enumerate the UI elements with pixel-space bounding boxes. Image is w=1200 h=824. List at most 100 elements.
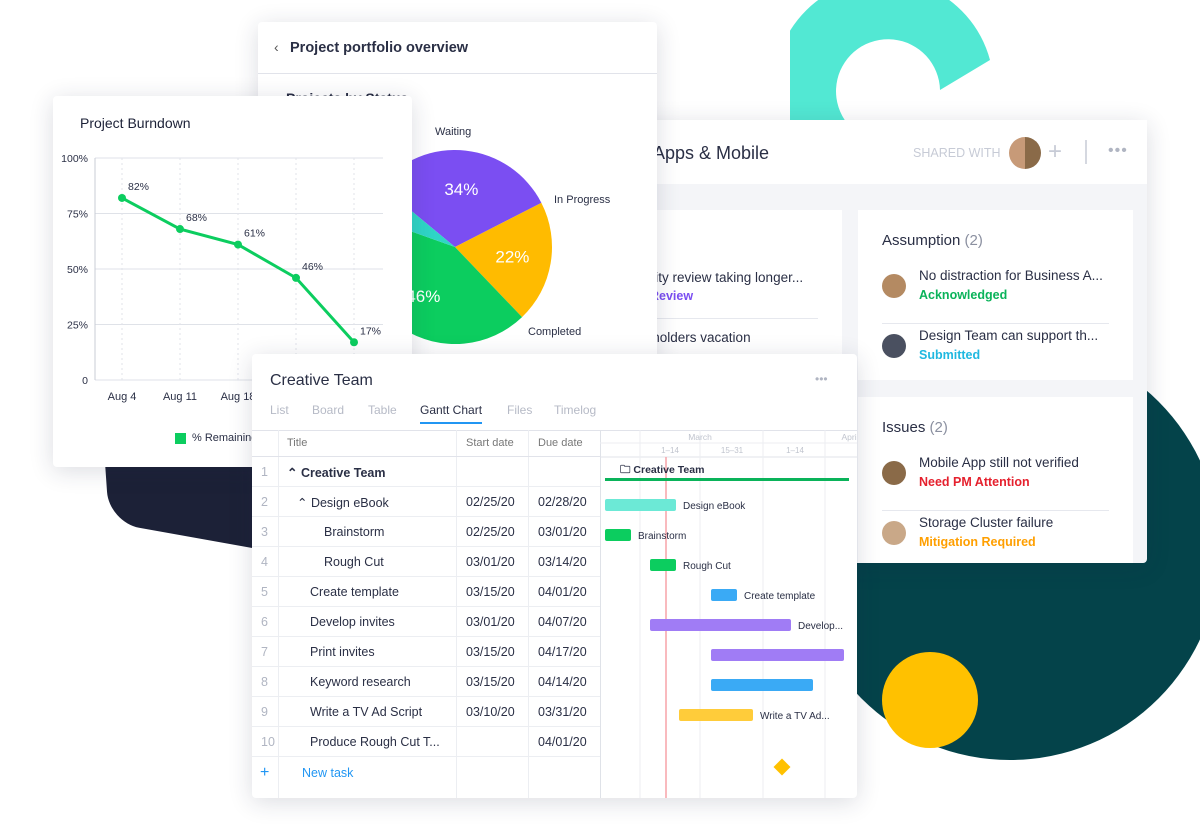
bar-label: Design eBook (683, 501, 746, 512)
bar-label: Rough Cut (683, 561, 731, 572)
avatar (882, 334, 906, 358)
row-number: 9 (261, 705, 268, 719)
shared-with-label: SHARED WITH (913, 146, 1001, 160)
new-task-link[interactable]: New task (302, 766, 353, 780)
table-row[interactable]: 7 Print invites 03/15/20 04/17/20 (252, 637, 600, 667)
task-title[interactable]: Brainstorm (324, 525, 384, 539)
table-row[interactable]: 3 Brainstorm 02/25/20 03/01/20 (252, 517, 600, 547)
task-title[interactable]: ⌃ Creative Team (287, 465, 385, 480)
data-point (350, 338, 358, 347)
bar-label: Brainstorm (638, 531, 686, 542)
status-badge: Mitigation Required (919, 535, 1036, 549)
bar-label: Write a TV Ad... (760, 711, 830, 722)
task-title[interactable]: Keyword research (310, 675, 411, 689)
gantt-bar (650, 619, 791, 631)
row-number: 7 (261, 645, 268, 659)
row-number: 10 (261, 735, 275, 749)
gantt-bar (711, 589, 737, 601)
issue-item[interactable]: Mobile App still not verified Need PM Att… (882, 455, 1109, 511)
data-point (234, 240, 242, 249)
start-date: 03/15/20 (466, 645, 515, 659)
table-row[interactable]: 5 Create template 03/15/20 04/01/20 (252, 577, 600, 607)
table-row[interactable]: 9 Write a TV Ad Script 03/10/20 03/31/20 (252, 697, 600, 727)
start-date: 03/01/20 (466, 615, 515, 629)
x-tick-label: Aug 4 (108, 391, 137, 403)
task-title[interactable]: Write a TV Ad Script (310, 705, 422, 719)
table-row[interactable]: 10 Produce Rough Cut T... 04/01/20 (252, 727, 600, 757)
avatar (882, 461, 906, 485)
pie-value-label: 22% (495, 248, 529, 267)
assumption-card: Assumption (2) No distraction for Busine… (858, 210, 1133, 380)
more-horizontal-icon[interactable]: ••• (1108, 142, 1128, 160)
column-start-date[interactable]: Start date (466, 437, 514, 449)
column-due-date[interactable]: Due date (538, 437, 583, 449)
gantt-bar (679, 709, 753, 721)
task-title[interactable]: ⌃ Design eBook (297, 495, 389, 510)
table-row[interactable]: 2 ⌃ Design eBook 02/25/20 02/28/20 (252, 487, 600, 517)
data-label: 68% (186, 212, 207, 224)
row-number: 8 (261, 675, 268, 689)
pie-label-waiting: Waiting (435, 126, 472, 138)
avatar (882, 274, 906, 298)
row-number: 2 (261, 495, 268, 509)
y-tick-label: 75% (67, 209, 88, 221)
data-label: 46% (302, 261, 323, 273)
data-point (292, 273, 300, 282)
bar-label: Create template (744, 591, 816, 602)
status-badge: Acknowledged (919, 288, 1008, 302)
row-number: 4 (261, 555, 268, 569)
tab-gantt-chart[interactable]: Gantt Chart (420, 403, 483, 424)
decor-yellow-circle (882, 652, 978, 748)
x-tick-label: Aug 11 (163, 391, 197, 403)
x-tick-label: Aug 18 (221, 391, 256, 403)
due-date: 04/01/20 (538, 735, 587, 749)
pie-label-completed: Completed (528, 326, 582, 338)
summary-bar-creative-team (605, 478, 849, 481)
y-tick-label: 50% (67, 264, 88, 276)
table-row[interactable]: 1 ⌃ Creative Team (252, 457, 600, 487)
row-number: 6 (261, 615, 268, 629)
due-date: 04/01/20 (538, 585, 587, 599)
start-date: 02/25/20 (466, 495, 515, 509)
task-title[interactable]: Print invites (310, 645, 375, 659)
task-title[interactable]: Develop invites (310, 615, 395, 629)
assumption-item[interactable]: Design Team can support th... Submitted (882, 328, 1109, 384)
more-horizontal-icon[interactable]: ••• (815, 372, 828, 386)
task-title[interactable]: Rough Cut (324, 555, 384, 569)
task-title[interactable]: Create template (310, 585, 399, 599)
due-date: 03/01/20 (538, 525, 587, 539)
shared-avatars[interactable] (1009, 137, 1041, 169)
data-point (176, 225, 184, 234)
column-title[interactable]: Title (287, 437, 307, 449)
period-label: 1–14 (661, 446, 679, 455)
plus-icon[interactable]: + (260, 764, 269, 782)
data-label: 61% (244, 228, 265, 240)
data-label: 17% (360, 325, 381, 337)
bar-label: Develop... (798, 621, 843, 632)
start-date: 03/15/20 (466, 675, 515, 689)
table-row[interactable]: 4 Rough Cut 03/01/20 03/14/20 (252, 547, 600, 577)
table-row[interactable]: 8 Keyword research 03/15/20 04/14/20 (252, 667, 600, 697)
start-date: 03/10/20 (466, 705, 515, 719)
assumption-count: (2) (964, 232, 983, 249)
gantt-timeline: March April 1–14 15–31 1–14 🗀 Creative Team De… (600, 430, 857, 798)
tab-table[interactable]: Table (368, 403, 397, 417)
tab-files[interactable]: Files (507, 403, 532, 417)
tab-list[interactable]: List (270, 403, 289, 417)
assumption-item[interactable]: No distraction for Business A... Acknowle… (882, 268, 1109, 324)
start-date: 03/15/20 (466, 585, 515, 599)
table-row[interactable]: 6 Develop invites 03/01/20 04/07/20 (252, 607, 600, 637)
issues-count: (2) (929, 419, 948, 436)
pie-value-label: 34% (444, 180, 478, 199)
row-number: 3 (261, 525, 268, 539)
start-date: 02/25/20 (466, 525, 515, 539)
tab-board[interactable]: Board (312, 403, 344, 417)
issue-item[interactable]: Storage Cluster failure Mitigation Requir… (882, 515, 1109, 571)
task-title[interactable]: Produce Rough Cut T... (310, 735, 440, 749)
due-date: 04/14/20 (538, 675, 587, 689)
y-tick-label: 25% (67, 320, 88, 332)
tab-timelog[interactable]: Timelog (554, 403, 596, 417)
gantt-bar (605, 529, 631, 541)
assumption-title: Assumption (882, 232, 961, 249)
plus-icon[interactable]: + (1048, 138, 1062, 166)
